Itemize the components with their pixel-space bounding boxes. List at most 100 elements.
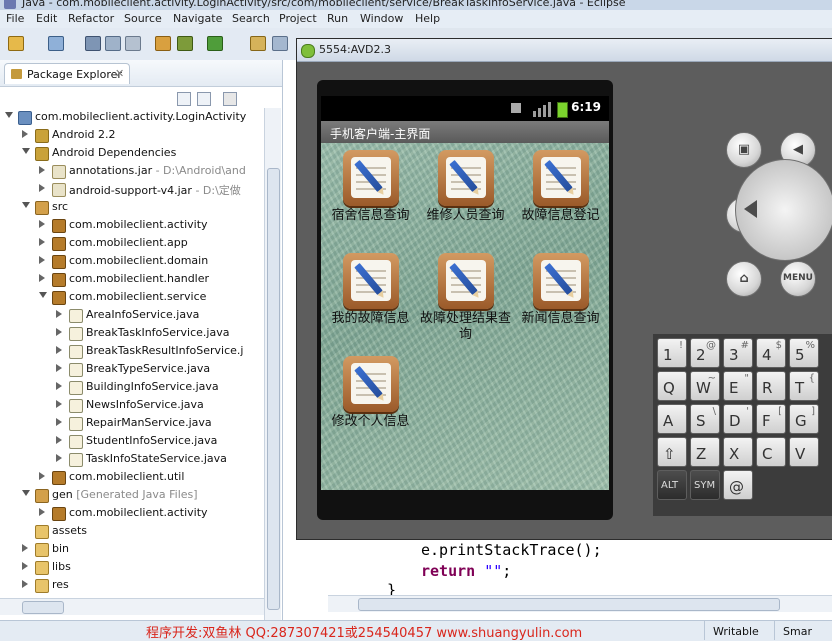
tree-item[interactable]: BuildingInfoService.java [0,378,264,396]
tree-item[interactable]: RepairManService.java [0,414,264,432]
scrollbar-thumb[interactable] [22,601,64,614]
menu-window[interactable]: Window [360,12,403,25]
expand-arrow-icon[interactable] [22,490,30,496]
keyboard-key[interactable]: T{ [789,371,819,401]
tree-item[interactable]: com.mobileclient.handler [0,270,264,288]
keyboard-key[interactable]: Z [690,437,720,467]
keyboard-key[interactable]: C [756,437,786,467]
menu-grid-item[interactable]: 故障信息登记 [513,150,608,250]
dpad[interactable] [735,159,832,261]
tree-item[interactable]: TaskInfoStateService.java [0,450,264,468]
tree-item[interactable]: com.mobileclient.activity [0,504,264,522]
close-icon[interactable]: ✕ [115,67,124,80]
tree-item[interactable]: Android 2.2 [0,126,264,144]
keyboard-key[interactable]: ⇧ [657,437,687,467]
keyboard-key[interactable]: W ~ [690,371,720,401]
tree-item[interactable]: StudentInfoService.java [0,432,264,450]
tree-item[interactable]: com.mobileclient.app [0,234,264,252]
menu-search[interactable]: Search [232,12,270,25]
tree-item[interactable]: BreakTypeService.java [0,360,264,378]
tree-item[interactable]: res [0,576,264,594]
camera-button[interactable]: ▣ [726,132,762,168]
scrollbar-thumb[interactable] [358,598,780,611]
collapse-arrow-icon[interactable] [56,310,62,318]
collapse-arrow-icon[interactable] [56,364,62,372]
expand-arrow-icon[interactable] [39,292,47,298]
tree-item[interactable]: android-support-v4.jar - D:\定做 [0,180,264,198]
emulator-window[interactable]: 5554:AVD2.3 6:19 手机客户端-主界面 宿舍信息查询 维修人员查询故… [296,38,832,540]
keyboard-key[interactable]: ALT [657,470,687,500]
collapse-arrow-icon[interactable] [56,454,62,462]
print-icon[interactable] [125,36,141,51]
tree-item[interactable]: com.mobileclient.activity [0,216,264,234]
tree-item[interactable]: AreaInfoService.java [0,306,264,324]
collapse-arrow-icon[interactable] [39,220,45,228]
keyboard-key[interactable]: 5% [789,338,819,368]
keyboard-key[interactable]: E " [723,371,753,401]
collapse-arrow-icon[interactable] [22,562,28,570]
collapse-arrow-icon[interactable] [56,328,62,336]
save-icon[interactable] [85,36,101,51]
menu-navigate[interactable]: Navigate [173,12,222,25]
tree-item[interactable]: libs [0,558,264,576]
editor-horizontal-scrollbar[interactable] [328,595,832,612]
save-all-icon[interactable] [105,36,121,51]
tree-item[interactable]: bin [0,540,264,558]
open-type-icon[interactable] [250,36,266,51]
keyboard-key[interactable]: A [657,404,687,434]
tree-item[interactable]: com.mobileclient.service [0,288,264,306]
tree-item[interactable]: NewsInfoService.java [0,396,264,414]
tree-item[interactable]: Android Dependencies [0,144,264,162]
collapse-arrow-icon[interactable] [56,382,62,390]
view-menu-icon[interactable] [223,92,237,106]
code-line[interactable]: e.printStackTrace(); [421,541,602,559]
expand-arrow-icon[interactable] [22,148,30,154]
new-icon[interactable] [8,36,24,51]
menu-source[interactable]: Source [124,12,162,25]
tree-item[interactable]: gen [Generated Java Files] [0,486,264,504]
keyboard-key[interactable]: G] [789,404,819,434]
keyboard-key[interactable]: 4 $ [756,338,786,368]
collapse-arrow-icon[interactable] [22,544,28,552]
menu-project[interactable]: Project [279,12,317,25]
menu-refactor[interactable]: Refactor [68,12,114,25]
collapse-arrow-icon[interactable] [22,130,28,138]
keyboard-key[interactable]: @ [723,470,753,500]
keyboard-key[interactable]: R [756,371,786,401]
expand-arrow-icon[interactable] [5,112,13,118]
dpad-left-icon[interactable] [744,200,757,218]
checkbox-icon[interactable] [207,36,223,51]
menu-grid-item[interactable]: 我的故障信息 [323,253,418,353]
package-explorer-horizontal-scrollbar[interactable] [0,598,264,615]
keyboard-key[interactable]: 3 # [723,338,753,368]
tree-item[interactable]: annotations.jar - D:\Android\and [0,162,264,180]
collapse-arrow-icon[interactable] [22,580,28,588]
menu-file[interactable]: File [6,12,24,25]
collapse-arrow-icon[interactable] [56,400,62,408]
tree-item[interactable]: com.mobileclient.util [0,468,264,486]
code-line[interactable]: return ""; [421,562,511,580]
menu-grid-item[interactable]: 新闻信息查询 [513,253,608,353]
link-editor-icon[interactable] [197,92,211,106]
keyboard-key[interactable]: S \ [690,404,720,434]
keyboard-key[interactable]: 2 @ [690,338,720,368]
collapse-arrow-icon[interactable] [39,472,45,480]
keyboard-key[interactable]: D ' [723,404,753,434]
package-explorer-vertical-scrollbar[interactable] [264,108,281,638]
phone-screen[interactable]: 6:19 手机客户端-主界面 宿舍信息查询 维修人员查询 故障信息登记 我的故障信息故… [321,96,609,490]
tree-item[interactable]: com.mobileclient.activity.LoginActivity [0,108,264,126]
menu-grid-item[interactable]: 故障处理结果查询 [418,253,513,353]
menu-button[interactable]: MENU [780,261,816,297]
keyboard-key[interactable]: SYM [690,470,720,500]
collapse-arrow-icon[interactable] [39,256,45,264]
keyboard-key[interactable]: X [723,437,753,467]
collapse-arrow-icon[interactable] [39,166,45,174]
collapse-arrow-icon[interactable] [56,346,62,354]
keyboard-key[interactable]: 1! [657,338,687,368]
tree-item[interactable]: com.mobileclient.domain [0,252,264,270]
menu-grid-item[interactable]: 修改个人信息 [323,356,418,456]
collapse-all-icon[interactable] [177,92,191,106]
collapse-arrow-icon[interactable] [39,238,45,246]
menu-run[interactable]: Run [327,12,348,25]
new-project-icon[interactable] [48,36,64,51]
